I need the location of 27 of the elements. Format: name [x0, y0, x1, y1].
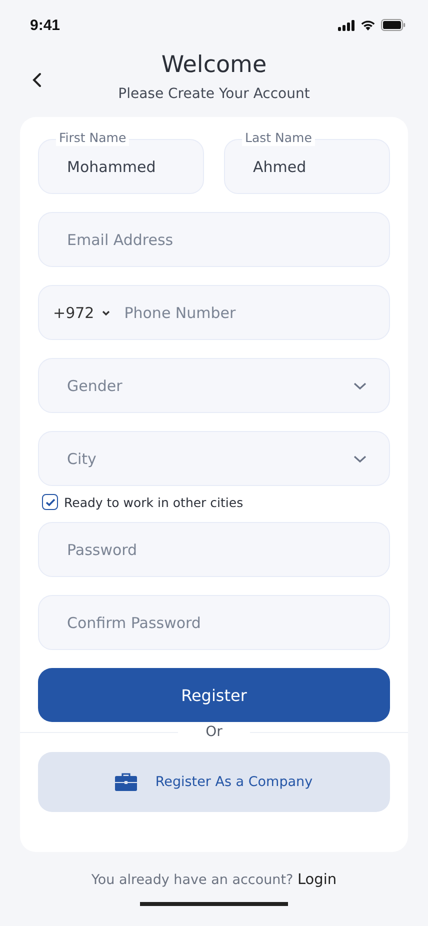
back-button[interactable] [30, 70, 44, 90]
chevron-down-icon [102, 310, 110, 316]
password-field[interactable]: Confirm Password [38, 595, 390, 650]
briefcase-icon [115, 773, 138, 791]
select-dropdown[interactable]: Gender [38, 358, 390, 413]
register-company-button[interactable]: Register As a Company [38, 752, 390, 812]
status-time: 9:41 [30, 16, 60, 34]
page-subtitle: Please Create Your Account [118, 86, 310, 102]
wifi-icon [360, 19, 376, 31]
email-field[interactable]: Email Address [38, 212, 390, 267]
check-icon [44, 498, 56, 506]
checkbox-label: Ready to work in other cities [64, 494, 244, 510]
password-field[interactable]: Password [38, 522, 390, 577]
login-prompt: You already have an account? [91, 872, 294, 888]
battery-icon [381, 19, 406, 31]
chevron-down-icon [353, 382, 367, 390]
phone-number-field[interactable]: Phone Number [124, 304, 236, 322]
field-label: Last Name [242, 130, 315, 146]
page-title: Welcome [161, 51, 267, 80]
country-code-dropdown[interactable]: +972 [53, 304, 110, 322]
select-dropdown[interactable]: City [38, 431, 390, 486]
register-button[interactable]: Register [38, 668, 390, 722]
chevron-down-icon [353, 454, 367, 462]
login-link[interactable]: Login [297, 872, 337, 888]
signal-icon [338, 20, 355, 30]
checkbox[interactable] [42, 494, 58, 510]
field-label: First Name [56, 130, 130, 146]
